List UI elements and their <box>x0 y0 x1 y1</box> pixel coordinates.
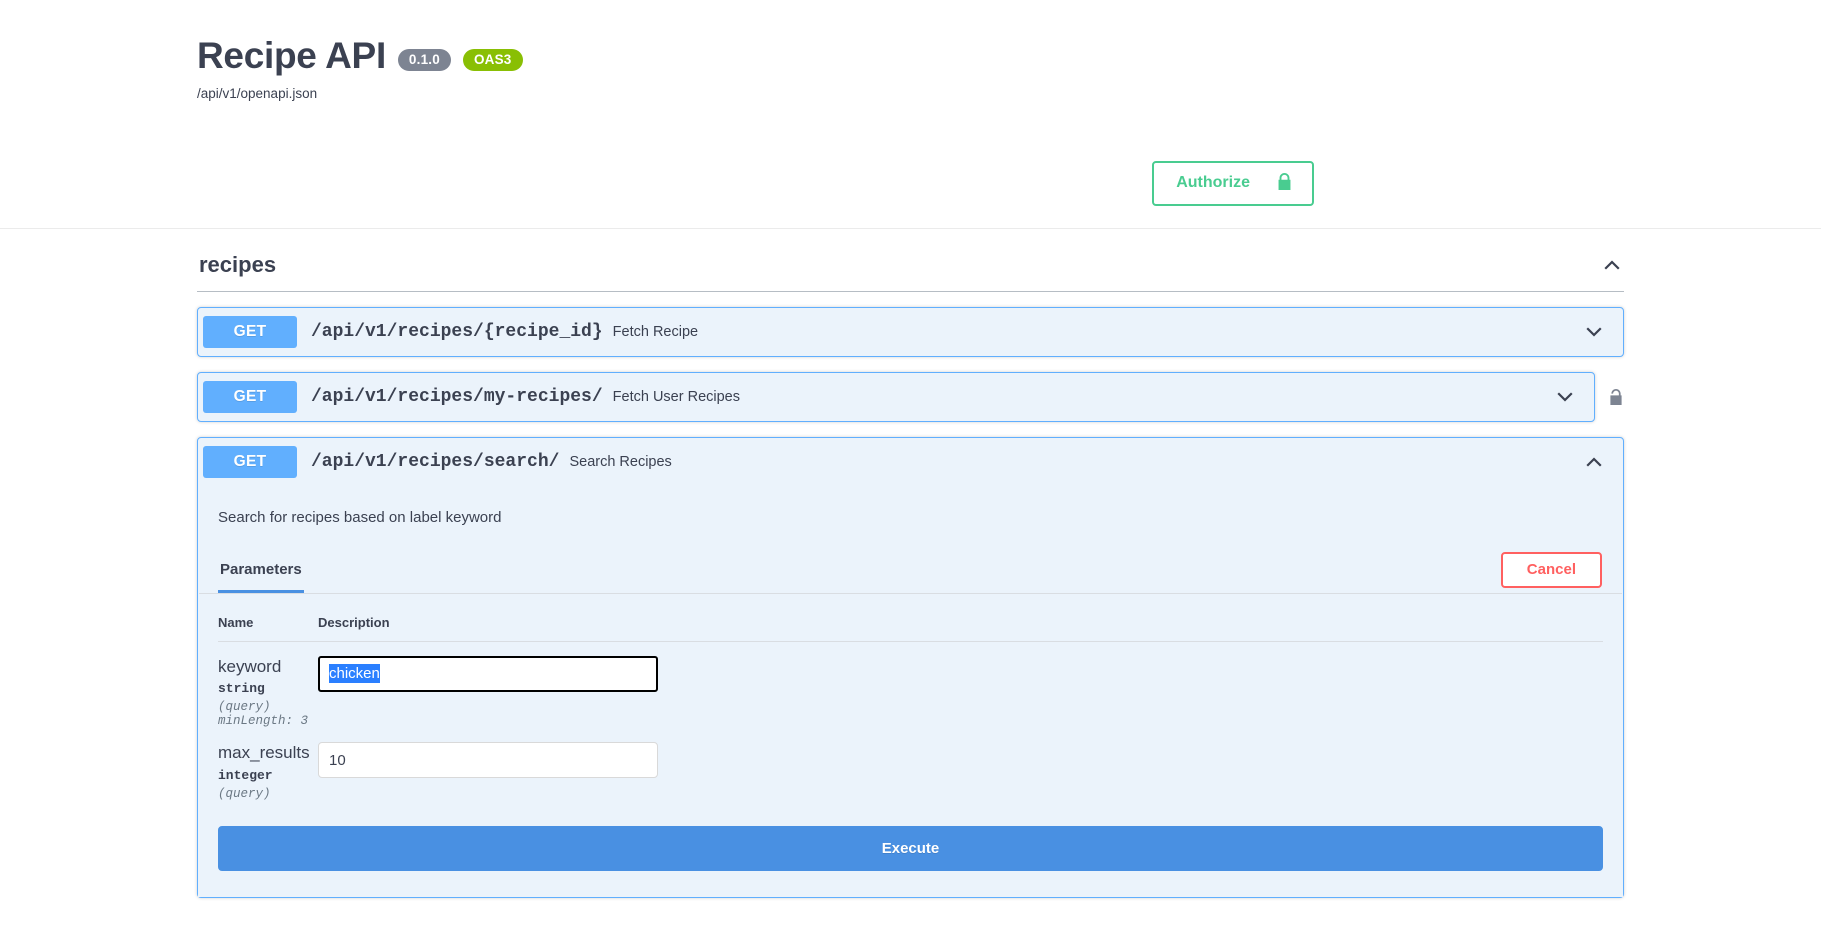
tab-parameters[interactable]: Parameters <box>218 548 304 593</box>
parameter-name: max_results <box>218 743 310 763</box>
execute-wrapper: Execute <box>198 801 1623 871</box>
authorization-lock-button[interactable] <box>1595 372 1624 412</box>
execute-button[interactable]: Execute <box>218 825 1603 871</box>
chevron-up-icon[interactable] <box>1576 452 1618 472</box>
api-title-row: Recipe API 0.1.0 OAS3 <box>197 35 1821 77</box>
keyword-input-value: chicken <box>329 664 380 684</box>
parameter-location: (query) <box>218 699 271 714</box>
operation-header[interactable]: GET /api/v1/recipes/search/ Search Recip… <box>198 438 1623 486</box>
api-info-block: Recipe API 0.1.0 OAS3 /api/v1/openapi.js… <box>0 35 1821 101</box>
authorize-wrapper: Authorize <box>0 160 1821 206</box>
operation-row: GET /api/v1/recipes/{recipe_id} Fetch Re… <box>197 306 1624 372</box>
chevron-down-icon[interactable] <box>1547 387 1589 407</box>
oas-version-badge: OAS3 <box>462 49 523 72</box>
http-method-badge: GET <box>203 380 297 413</box>
max-results-input[interactable] <box>318 742 658 779</box>
column-header-description: Description <box>318 593 1603 642</box>
operation-header[interactable]: GET /api/v1/recipes/{recipe_id} Fetch Re… <box>198 308 1623 356</box>
column-header-name: Name <box>218 593 318 642</box>
lock-closed-icon <box>1276 172 1293 195</box>
parameter-meta-keyword: keyword string (query) minLength: 3 <box>218 641 318 728</box>
operation-row: GET /api/v1/recipes/my-recipes/ Fetch Us… <box>197 371 1624 437</box>
operation-header[interactable]: GET /api/v1/recipes/my-recipes/ Fetch Us… <box>198 373 1594 421</box>
parameter-constraint: minLength: 3 <box>218 713 309 728</box>
parameters-table: Name Description keyword string (query) <box>218 593 1603 801</box>
parameter-location: (query) <box>218 786 271 801</box>
operation-summary: Search Recipes <box>569 453 672 470</box>
chevron-down-icon[interactable] <box>1576 322 1618 342</box>
authorize-button[interactable]: Authorize <box>1152 160 1314 206</box>
cancel-button[interactable]: Cancel <box>1500 552 1602 588</box>
authorize-button-label: Authorize <box>1176 174 1250 192</box>
operation-tabs-row: Parameters Cancel <box>199 548 1622 594</box>
operation-path: /api/v1/recipes/search/ <box>311 451 560 472</box>
chevron-up-icon[interactable] <box>1602 255 1622 275</box>
swagger-ui-page: Recipe API 0.1.0 OAS3 /api/v1/openapi.js… <box>0 0 1821 935</box>
parameter-value-cell-max-results <box>318 728 1603 800</box>
parameter-meta-max-results: max_results integer (query) <box>218 728 318 800</box>
api-info-header: Recipe API 0.1.0 OAS3 /api/v1/openapi.js… <box>0 0 1821 229</box>
operation-get-search: GET /api/v1/recipes/search/ Search Recip… <box>197 436 1624 898</box>
http-method-badge: GET <box>203 315 297 348</box>
page-title: Recipe API <box>197 35 386 76</box>
operation-get-my-recipes: GET /api/v1/recipes/my-recipes/ Fetch Us… <box>197 371 1595 422</box>
operation-summary: Fetch User Recipes <box>612 388 740 405</box>
operation-summary: Fetch Recipe <box>612 323 699 340</box>
operation-description: Search for recipes based on label keywor… <box>218 508 502 526</box>
parameter-type: integer <box>218 767 273 783</box>
tag-header-recipes[interactable]: recipes <box>197 252 1624 292</box>
content-wrapper: recipes GET /api/v1/recipes/{recipe_id} … <box>0 229 1821 898</box>
operation-body-spacer <box>198 871 1623 897</box>
table-header-row: Name Description <box>218 593 1603 642</box>
parameter-type: string <box>218 680 265 696</box>
operation-path: /api/v1/recipes/{recipe_id} <box>311 321 603 342</box>
operation-path: /api/v1/recipes/my-recipes/ <box>311 386 603 407</box>
tag-section-recipes: recipes GET /api/v1/recipes/{recipe_id} … <box>197 229 1624 898</box>
operation-row: GET /api/v1/recipes/search/ Search Recip… <box>197 436 1624 898</box>
operation-body: Search for recipes based on label keywor… <box>198 485 1623 897</box>
tag-name-label: recipes <box>199 251 277 277</box>
table-row: max_results integer (query) <box>218 728 1603 801</box>
http-method-badge: GET <box>203 445 297 478</box>
parameter-value-cell-keyword: chicken <box>318 641 1603 728</box>
operation-get-recipe-id: GET /api/v1/recipes/{recipe_id} Fetch Re… <box>197 306 1624 357</box>
parameter-name: keyword <box>218 656 282 676</box>
keyword-input[interactable]: chicken <box>318 655 658 692</box>
openapi-spec-link[interactable]: /api/v1/openapi.json <box>197 86 1821 101</box>
api-version-badge: 0.1.0 <box>397 49 451 72</box>
lock-open-icon <box>1608 387 1624 412</box>
table-row: keyword string (query) minLength: 3 chic… <box>218 641 1603 728</box>
